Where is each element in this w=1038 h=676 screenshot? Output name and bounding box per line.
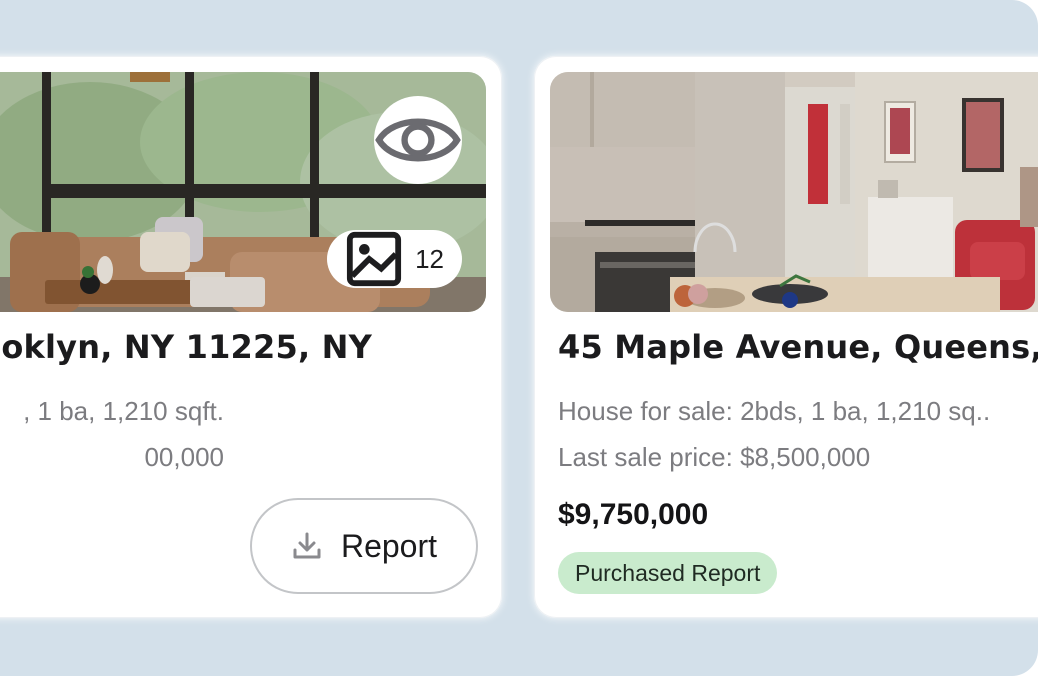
report-button-label: Report <box>340 527 438 564</box>
listing-price: $9,750,000 <box>558 498 709 531</box>
listing-card-brooklyn[interactable]: 12 Brooklyn, NY 11225, NY , 1 ba, 1,210 … <box>0 56 502 618</box>
download-icon <box>293 532 321 559</box>
download-report-button[interactable]: Report <box>250 498 478 594</box>
listing-photo[interactable] <box>550 72 1038 312</box>
image-icon <box>347 231 402 287</box>
listing-details: , 1 ba, 1,210 sqft. <box>23 396 224 426</box>
kitchen-photo <box>550 72 1038 312</box>
photo-count-button[interactable]: 12 <box>327 230 462 288</box>
listing-details: House for sale: 2bds, 1 ba, 1,210 sq.. <box>558 396 991 426</box>
listing-carousel: 12 Brooklyn, NY 11225, NY , 1 ba, 1,210 … <box>0 0 1038 676</box>
eye-icon <box>375 118 461 162</box>
last-sale-price: Last sale price: $8,500,000 <box>558 442 871 472</box>
purchased-report-badge: Purchased Report <box>558 552 778 594</box>
photo-count: 12 <box>415 243 444 274</box>
preview-button[interactable] <box>374 96 462 184</box>
listing-card-queens[interactable]: 45 Maple Avenue, Queens, N House for sal… <box>534 56 1038 618</box>
last-sale-price: 00,000 <box>144 442 224 472</box>
listing-title[interactable]: Brooklyn, NY 11225, NY <box>0 328 372 366</box>
listing-title[interactable]: 45 Maple Avenue, Queens, N <box>558 328 1038 366</box>
listing-photo[interactable]: 12 <box>0 72 486 312</box>
